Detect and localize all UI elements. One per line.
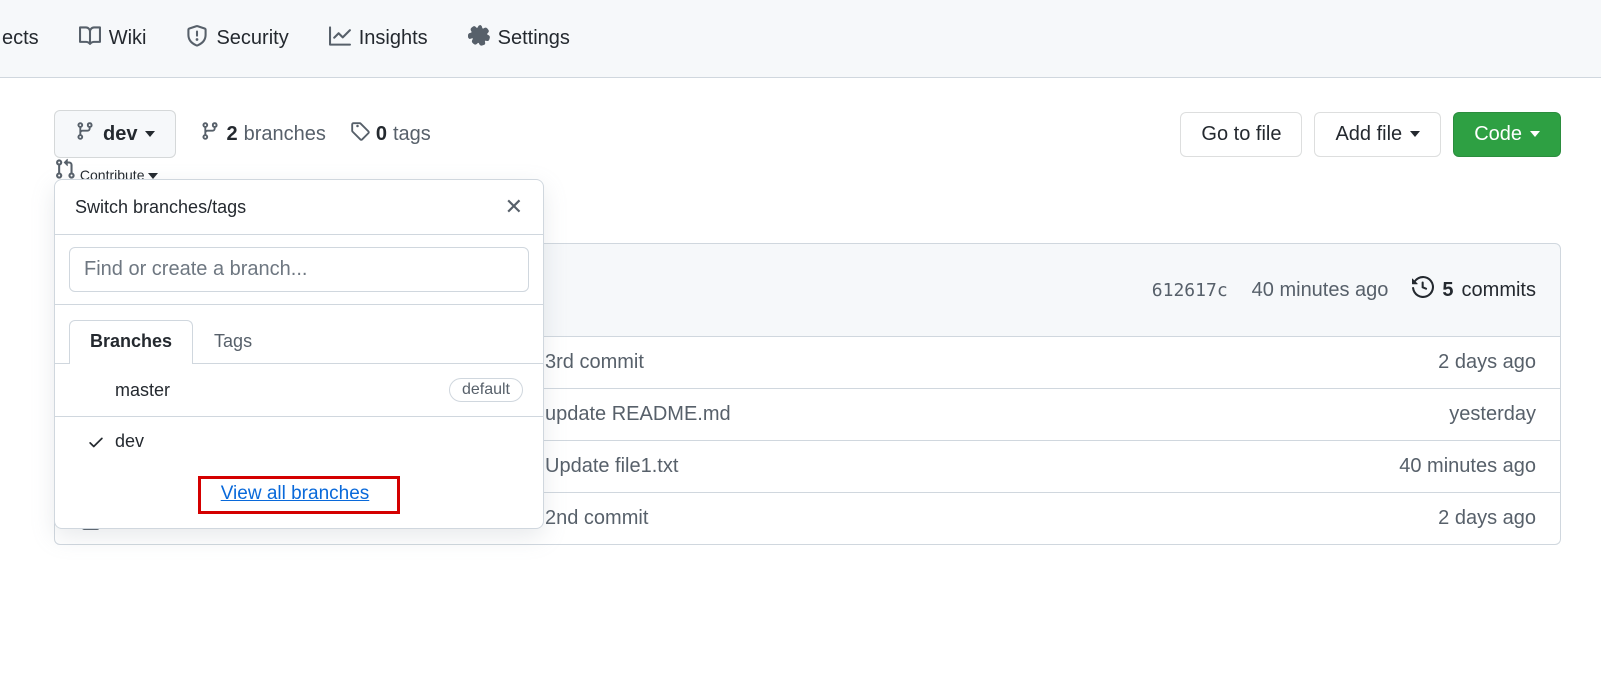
branch-search-input[interactable] <box>69 247 529 292</box>
close-icon[interactable]: ✕ <box>505 194 523 220</box>
nav-item-insights[interactable]: Insights <box>313 17 444 61</box>
graph-icon <box>329 25 351 53</box>
dropdown-footer: View all branches <box>55 466 543 528</box>
default-badge: default <box>449 378 523 402</box>
nav-label: Security <box>216 27 288 50</box>
tags-link[interactable]: 0 tags <box>350 121 431 147</box>
file-time: 2 days ago <box>1438 507 1536 530</box>
file-commit-message[interactable]: Update file1.txt <box>545 455 1399 478</box>
code-button[interactable]: Code <box>1453 112 1561 157</box>
dropdown-header: Switch branches/tags ✕ <box>55 180 543 235</box>
tab-tags[interactable]: Tags <box>193 320 273 364</box>
nav-label: ects <box>2 27 39 50</box>
branches-count: 2 <box>226 123 237 146</box>
code-label: Code <box>1474 123 1522 146</box>
commits-count: 5 <box>1442 279 1453 302</box>
tag-icon <box>350 121 370 147</box>
caret-down-icon <box>1410 131 1420 137</box>
branch-name-label: dev <box>115 431 523 452</box>
nav-label: Insights <box>359 27 428 50</box>
commit-time: 40 minutes ago <box>1252 279 1389 302</box>
commits-label: commits <box>1462 279 1536 302</box>
tags-label: tags <box>393 123 431 146</box>
nav-item-wiki[interactable]: Wiki <box>63 17 163 61</box>
branch-icon <box>75 121 95 147</box>
add-file-button[interactable]: Add file <box>1314 112 1441 157</box>
branch-icon <box>200 121 220 147</box>
file-time: yesterday <box>1449 403 1536 426</box>
shield-icon <box>186 25 208 53</box>
nav-label: Settings <box>498 27 570 50</box>
commit-hash[interactable]: 612617c <box>1152 280 1228 301</box>
history-icon <box>1412 276 1434 304</box>
branches-label: branches <box>244 123 326 146</box>
view-all-branches-link[interactable]: View all branches <box>221 483 370 504</box>
branch-selector-container: dev Switch branches/tags ✕ Branches Tags <box>54 110 176 158</box>
right-buttons: Go to file Add file Code <box>1180 112 1561 157</box>
go-to-file-button[interactable]: Go to file <box>1180 112 1302 157</box>
gear-icon <box>468 25 490 53</box>
tab-branches[interactable]: Branches <box>69 320 193 364</box>
tags-count: 0 <box>376 123 387 146</box>
file-time: 40 minutes ago <box>1399 455 1536 478</box>
file-time: 2 days ago <box>1438 351 1536 374</box>
branch-item-master[interactable]: master default <box>55 364 543 417</box>
branch-item-dev[interactable]: dev <box>55 417 543 466</box>
nav-item-projects-partial[interactable]: ects <box>2 19 55 58</box>
branch-dropdown: Switch branches/tags ✕ Branches Tags mas… <box>54 179 544 529</box>
repo-content: dev Switch branches/tags ✕ Branches Tags <box>0 78 1601 545</box>
book-icon <box>79 25 101 53</box>
branch-name-label: master <box>115 380 449 401</box>
dropdown-title: Switch branches/tags <box>75 197 246 218</box>
dropdown-search <box>55 235 543 305</box>
nav-item-settings[interactable]: Settings <box>452 17 586 61</box>
repo-nav: ects Wiki Security Insights Settings <box>0 0 1601 78</box>
add-file-label: Add file <box>1335 123 1402 146</box>
check-icon <box>87 433 115 451</box>
file-commit-message[interactable]: update README.md <box>545 403 1449 426</box>
nav-item-security[interactable]: Security <box>170 17 304 61</box>
nav-label: Wiki <box>109 27 147 50</box>
file-commit-message[interactable]: 3rd commit <box>545 351 1438 374</box>
caret-down-icon <box>1530 131 1540 137</box>
toolbar-row: dev Switch branches/tags ✕ Branches Tags <box>54 110 1561 158</box>
caret-down-icon <box>145 131 155 137</box>
dropdown-tabs: Branches Tags <box>55 319 543 364</box>
commits-link[interactable]: 5 commits <box>1412 276 1536 304</box>
file-commit-message[interactable]: 2nd commit <box>545 507 1438 530</box>
highlight-box: View all branches <box>198 476 401 514</box>
branches-link[interactable]: 2 branches <box>200 121 325 147</box>
branch-select-button[interactable]: dev <box>54 110 176 158</box>
branch-name: dev <box>103 123 137 146</box>
